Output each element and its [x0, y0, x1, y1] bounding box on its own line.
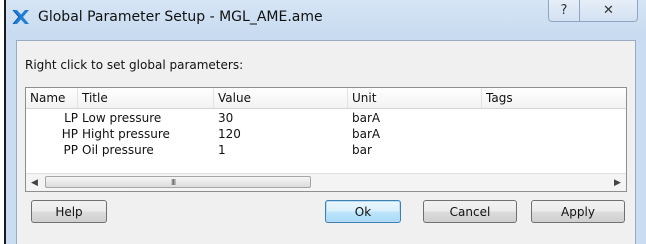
column-header-name[interactable]: Name	[26, 88, 78, 108]
grip-icon: III	[171, 178, 176, 187]
cell-unit: barA	[352, 127, 381, 141]
dialog-body: Right click to set global parameters: Na…	[16, 40, 636, 244]
title-bar[interactable]: Global Parameter Setup - MGL_AME.ame ? ✕	[6, 0, 646, 36]
column-header-unit[interactable]: Unit	[348, 88, 482, 108]
scroll-left-icon[interactable]: ◀	[26, 174, 43, 191]
cell-title: Oil pressure	[82, 143, 154, 157]
cell-title: Hight pressure	[82, 127, 170, 141]
dialog-window: Global Parameter Setup - MGL_AME.ame ? ✕…	[6, 0, 646, 244]
column-header-title[interactable]: Title	[78, 88, 214, 108]
parameters-table[interactable]: Name Title Value Unit Tags LP Low pressu…	[25, 87, 627, 192]
context-help-button[interactable]: ?	[548, 0, 580, 22]
cell-name: HP	[61, 127, 78, 141]
question-mark-icon: ?	[560, 3, 568, 18]
cell-value: 120	[218, 127, 241, 141]
cell-name: LP	[64, 111, 78, 125]
scroll-right-icon[interactable]: ▶	[609, 174, 626, 191]
cell-title: Low pressure	[82, 111, 162, 125]
column-header-tags[interactable]: Tags	[482, 88, 626, 108]
column-header-value[interactable]: Value	[214, 88, 348, 108]
table-row[interactable]: LP Low pressure 30 barA	[26, 110, 626, 126]
horizontal-scrollbar[interactable]: ◀ III ▶	[26, 173, 626, 191]
close-icon: ✕	[603, 3, 614, 18]
cell-value: 1	[218, 143, 226, 157]
table-header: Name Title Value Unit Tags	[26, 88, 626, 109]
window-title: Global Parameter Setup - MGL_AME.ame	[38, 9, 323, 25]
screen: Global Parameter Setup - MGL_AME.ame ? ✕…	[0, 0, 646, 244]
table-row[interactable]: PP Oil pressure 1 bar	[26, 142, 626, 158]
scrollbar-thumb[interactable]: III	[45, 176, 311, 188]
cancel-button[interactable]: Cancel	[423, 200, 517, 223]
cell-value: 30	[218, 111, 234, 125]
instruction-label: Right click to set global parameters:	[25, 58, 244, 72]
table-row[interactable]: HP Hight pressure 120 barA	[26, 126, 626, 142]
ok-button[interactable]: Ok	[325, 200, 401, 223]
close-window-button[interactable]: ✕	[580, 0, 638, 22]
cell-name: PP	[63, 143, 78, 157]
apply-button[interactable]: Apply	[531, 200, 625, 223]
cell-unit: bar	[352, 143, 372, 157]
cell-unit: barA	[352, 111, 381, 125]
x-cross-app-icon	[12, 9, 30, 25]
help-button[interactable]: Help	[31, 200, 107, 223]
